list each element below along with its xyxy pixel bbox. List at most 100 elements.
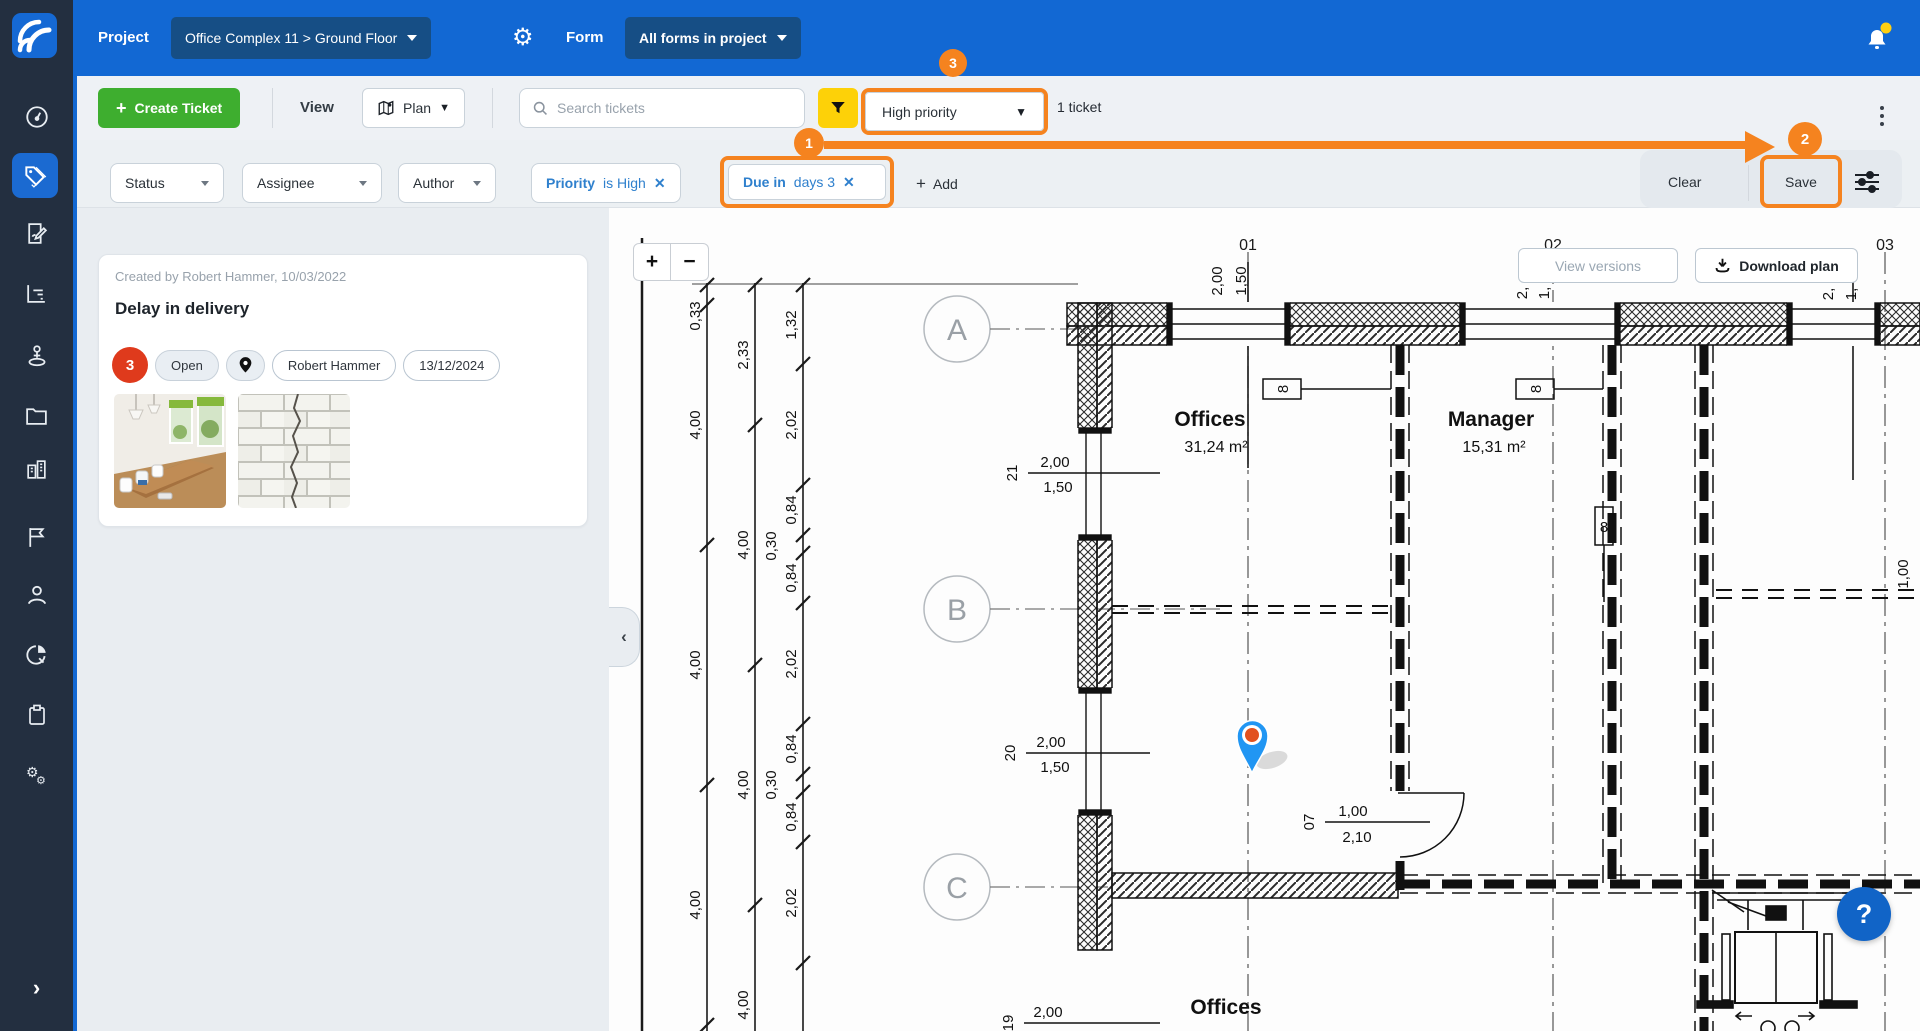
author-filter-dropdown[interactable]: Author bbox=[398, 163, 496, 203]
sidebar-item-dashboard[interactable] bbox=[0, 95, 73, 139]
ticket-card[interactable]: Created by Robert Hammer, 10/03/2022 Del… bbox=[98, 254, 588, 527]
dimension-label: 4,00 bbox=[687, 650, 704, 679]
save-filter-highlight: Save bbox=[1760, 155, 1842, 208]
close-icon[interactable]: ✕ bbox=[843, 174, 855, 191]
step-badge-2: 2 bbox=[1788, 122, 1822, 156]
win21-tag: 21 bbox=[1004, 465, 1021, 482]
plus-icon: + bbox=[646, 250, 658, 274]
status-filter-dropdown[interactable]: Status bbox=[110, 163, 224, 203]
dimension-label: 4,00 bbox=[735, 530, 752, 559]
sidebar-item-settings[interactable]: ⚙⚙ bbox=[0, 753, 73, 797]
create-ticket-button[interactable]: + Create Ticket bbox=[98, 88, 240, 128]
view-versions-button[interactable]: View versions bbox=[1518, 248, 1678, 283]
zoom-in-button[interactable]: + bbox=[633, 243, 671, 281]
room-name-manager: Manager bbox=[1448, 408, 1534, 431]
sidebar-expand-chevron-icon[interactable]: › bbox=[0, 966, 73, 1010]
dimension-label: 2,02 bbox=[783, 649, 800, 678]
clear-filters-button[interactable]: Clear bbox=[1668, 174, 1701, 190]
sidebar-accent-strip bbox=[73, 0, 77, 1031]
ticket-created-by: Created by Robert Hammer, 10/03/2022 bbox=[115, 269, 346, 284]
assignee-filter-dropdown[interactable]: Assignee bbox=[242, 163, 382, 203]
ticket-photo-cracked-wall[interactable] bbox=[238, 394, 350, 508]
svg-text:⚙: ⚙ bbox=[36, 775, 46, 787]
sidebar-item-tasks[interactable] bbox=[0, 693, 73, 737]
divider bbox=[492, 88, 493, 128]
collapse-panel-handle[interactable]: ‹ bbox=[609, 607, 640, 667]
ticket-map-pin[interactable] bbox=[1237, 721, 1290, 774]
door07-dim-a: 1,00 bbox=[1338, 803, 1367, 820]
due-filter-chip[interactable]: Due in days 3 ✕ bbox=[728, 164, 886, 200]
zoom-out-button[interactable]: − bbox=[671, 243, 709, 281]
notification-bell-icon[interactable] bbox=[1862, 22, 1892, 59]
view-mode-value: Plan bbox=[403, 100, 431, 116]
grid-row-C: C bbox=[946, 872, 968, 905]
dimension-label: 0,33 bbox=[687, 301, 704, 330]
win21-dim-a: 2,00 bbox=[1040, 454, 1069, 471]
dimension-label: 2,02 bbox=[783, 410, 800, 439]
chevron-down-icon bbox=[777, 35, 787, 41]
grid-row-A: A bbox=[947, 314, 967, 347]
caret-down-icon: ▼ bbox=[439, 102, 450, 114]
door07-dim-b: 2,10 bbox=[1342, 829, 1371, 846]
window-tag: 8 bbox=[1275, 385, 1292, 393]
ticket-author-pill[interactable]: Robert Hammer bbox=[272, 350, 396, 381]
project-selector[interactable]: Office Complex 11 > Ground Floor bbox=[171, 17, 431, 59]
dimension-label: 0,30 bbox=[763, 770, 780, 799]
win01-dim-a: 2,00 bbox=[1209, 266, 1226, 295]
gear-icon[interactable]: ⚙ bbox=[512, 0, 534, 76]
win02-dim-partial: 1, bbox=[1536, 287, 1553, 300]
view-mode-dropdown[interactable]: Plan ▼ bbox=[362, 88, 465, 128]
priority-filter-value: High priority bbox=[882, 104, 957, 120]
save-filter-button[interactable]: Save bbox=[1785, 174, 1817, 190]
room-area-offices: 31,24 m² bbox=[1184, 439, 1248, 456]
add-filter-button[interactable]: +Add bbox=[916, 174, 958, 194]
dimension-chains: 0,334,004,004,002,334,004,004,001,322,02… bbox=[687, 278, 810, 1031]
project-label: Project bbox=[98, 0, 149, 76]
sidebar-item-site-inspection[interactable] bbox=[0, 333, 73, 377]
win20-dim-b: 1,50 bbox=[1040, 759, 1069, 776]
help-button[interactable]: ? bbox=[1837, 887, 1891, 941]
sidebar-item-flags[interactable] bbox=[0, 515, 73, 559]
due-filter-highlight: Due in days 3 ✕ bbox=[720, 156, 894, 208]
dimension-label: 2,02 bbox=[783, 888, 800, 917]
dimension-label: 4,00 bbox=[735, 990, 752, 1019]
ticket-status-pill[interactable]: Open bbox=[155, 350, 219, 381]
dimension-label: 0,30 bbox=[763, 531, 780, 560]
location-pin-icon bbox=[239, 357, 252, 373]
app-logo[interactable] bbox=[12, 13, 57, 58]
download-plan-button[interactable]: Download plan bbox=[1695, 248, 1858, 283]
ticket-title: Delay in delivery bbox=[115, 299, 249, 319]
priority-filter-dropdown[interactable]: High priority ▼ bbox=[865, 92, 1044, 131]
dimension-label: 2,33 bbox=[735, 340, 752, 369]
filter-settings-sliders-icon[interactable] bbox=[1853, 169, 1881, 200]
chevron-left-icon: ‹ bbox=[621, 627, 627, 647]
sidebar-item-documents[interactable] bbox=[0, 393, 73, 437]
right-door-dim: 1,00 bbox=[1895, 559, 1912, 588]
form-selector[interactable]: All forms in project bbox=[625, 17, 801, 59]
map-icon bbox=[377, 99, 395, 117]
sidebar-item-statistics[interactable] bbox=[0, 271, 73, 315]
sidebar-item-company[interactable] bbox=[0, 447, 73, 491]
sidebar-item-reports[interactable] bbox=[0, 633, 73, 677]
ticket-location-pill[interactable] bbox=[226, 350, 265, 381]
close-icon[interactable]: ✕ bbox=[654, 175, 666, 192]
sidebar-item-tickets[interactable] bbox=[12, 153, 58, 198]
notification-dot bbox=[1881, 23, 1892, 34]
dimension-label: 0,84 bbox=[783, 734, 800, 763]
caret-down-icon bbox=[201, 181, 209, 186]
sidebar-item-forms[interactable] bbox=[0, 211, 73, 255]
ticket-due-pill[interactable]: 13/12/2024 bbox=[403, 350, 500, 381]
room-area-manager: 15,31 m² bbox=[1462, 439, 1526, 456]
plus-icon: + bbox=[916, 174, 926, 194]
filter-button[interactable] bbox=[818, 88, 858, 128]
sidebar-item-contacts[interactable] bbox=[0, 573, 73, 617]
more-options-kebab-icon[interactable] bbox=[1872, 100, 1892, 132]
search-input[interactable] bbox=[557, 100, 777, 116]
room-name-offices: Offices bbox=[1174, 408, 1245, 431]
tutorial-arrow bbox=[824, 141, 1745, 149]
dimension-label: 4,00 bbox=[687, 410, 704, 439]
divider bbox=[1748, 165, 1749, 201]
view-label: View bbox=[300, 99, 334, 116]
ticket-photo-meeting-room[interactable] bbox=[114, 394, 226, 508]
priority-filter-chip[interactable]: Priority is High ✕ bbox=[531, 163, 681, 203]
